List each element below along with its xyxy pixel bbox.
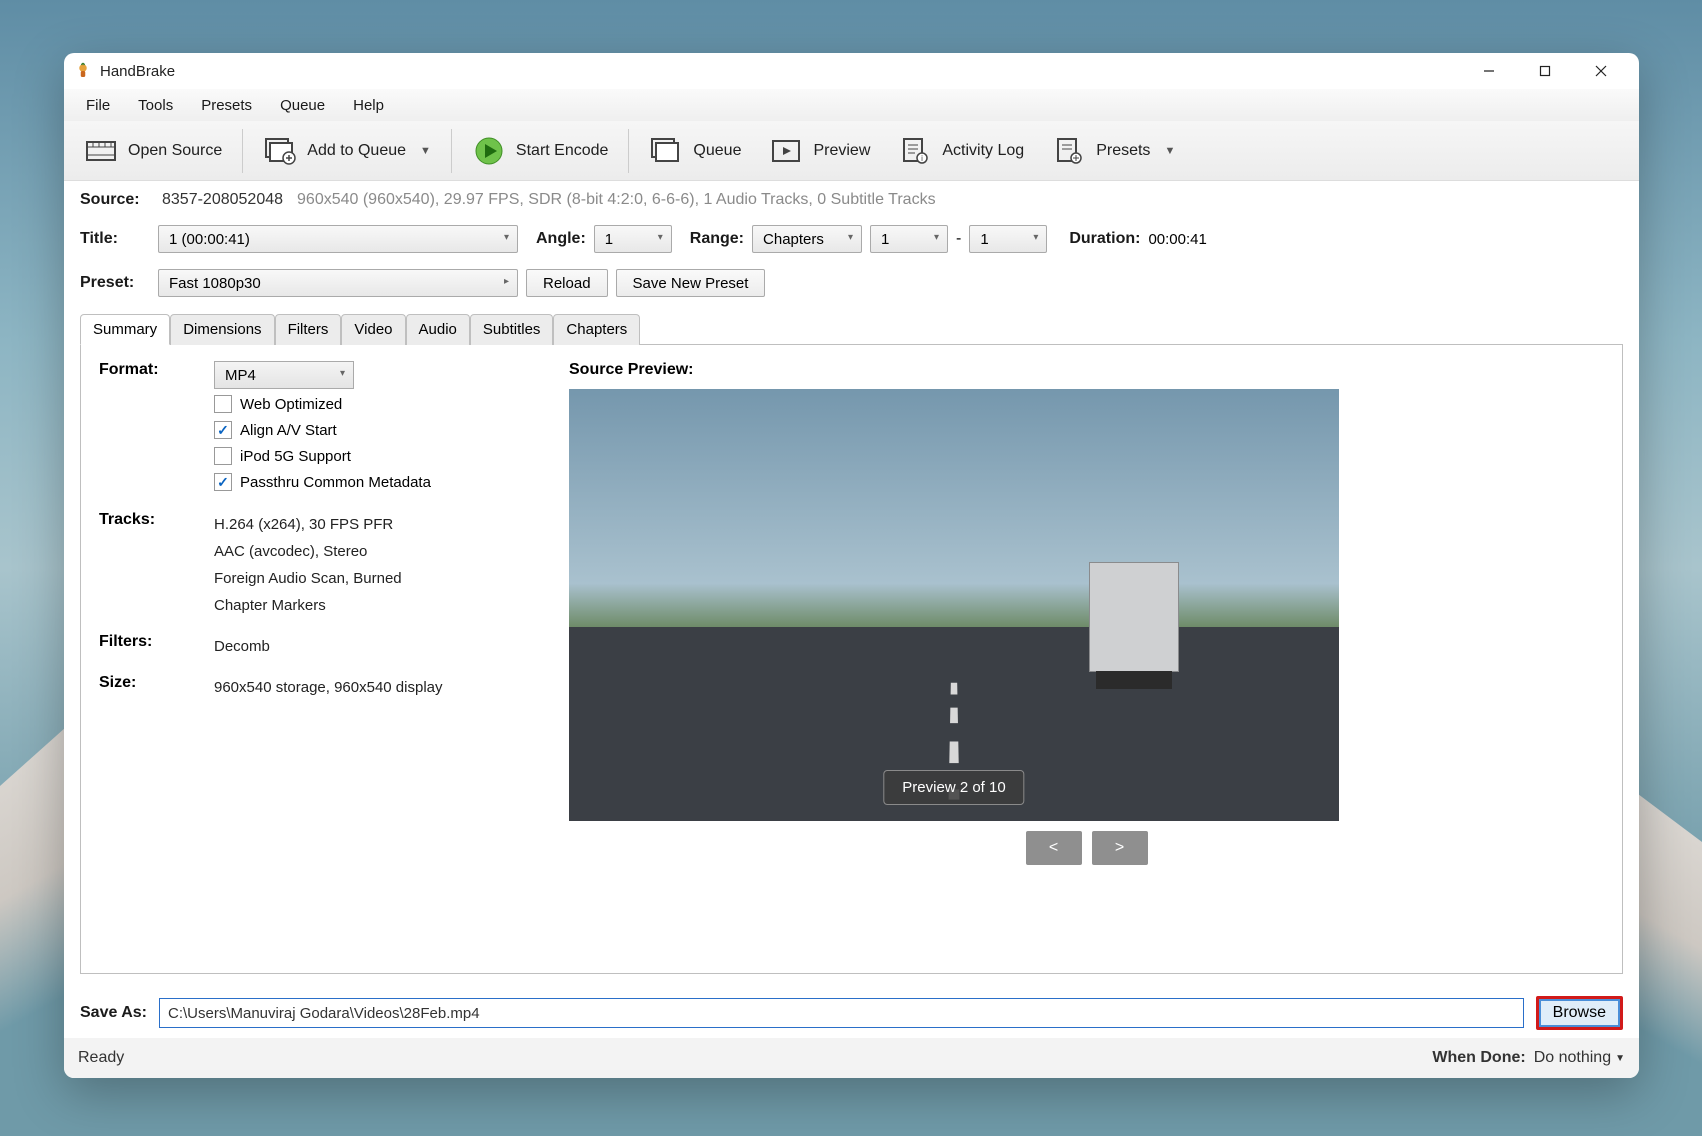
start-encode-button[interactable]: Start Encode — [458, 128, 623, 174]
preview-label: Source Preview: — [569, 361, 1604, 379]
chevron-down-icon: ▼ — [1615, 1053, 1625, 1064]
queue-icon — [649, 134, 683, 168]
angle-combo[interactable]: 1▾ — [594, 225, 672, 253]
app-icon — [74, 62, 92, 80]
preview-badge: Preview 2 of 10 — [883, 770, 1024, 805]
preview-next-button[interactable]: > — [1092, 831, 1148, 865]
activity-log-button[interactable]: i Activity Log — [884, 128, 1038, 174]
filters-label: Filters: — [99, 633, 214, 660]
track-line: H.264 (x264), 30 FPS PFR — [214, 511, 402, 538]
menu-help[interactable]: Help — [339, 93, 398, 118]
checkbox-icon — [214, 473, 232, 491]
svg-text:i: i — [921, 154, 923, 163]
play-icon — [472, 134, 506, 168]
queue-add-icon — [263, 134, 297, 168]
size-value: 960x540 storage, 960x540 display — [214, 674, 443, 701]
queue-button[interactable]: Queue — [635, 128, 755, 174]
save-as-label: Save As: — [80, 1004, 147, 1022]
preview-image: Preview 2 of 10 — [569, 389, 1339, 821]
range-label: Range: — [690, 230, 744, 248]
add-to-queue-button[interactable]: Add to Queue ▼ — [249, 128, 445, 174]
when-done-label: When Done: — [1432, 1049, 1525, 1067]
checkbox-icon — [214, 421, 232, 439]
tabs: Summary Dimensions Filters Video Audio S… — [80, 313, 1623, 345]
duration-value: 00:00:41 — [1148, 231, 1206, 248]
app-window: HandBrake File Tools Presets Queue Help … — [64, 53, 1639, 1078]
checkbox-icon — [214, 447, 232, 465]
presets-icon — [1052, 134, 1086, 168]
chevron-down-icon: ▼ — [420, 145, 431, 157]
presets-button[interactable]: Presets ▼ — [1038, 128, 1189, 174]
menu-presets[interactable]: Presets — [187, 93, 266, 118]
source-meta: 960x540 (960x540), 29.97 FPS, SDR (8-bit… — [297, 191, 936, 209]
range-mode-combo[interactable]: Chapters▾ — [752, 225, 862, 253]
check-passthru[interactable]: Passthru Common Metadata — [214, 473, 431, 491]
chevron-down-icon: ▼ — [1164, 145, 1175, 157]
check-ipod[interactable]: iPod 5G Support — [214, 447, 431, 465]
tab-dimensions[interactable]: Dimensions — [170, 314, 274, 345]
preset-label: Preset: — [80, 274, 150, 292]
close-button[interactable] — [1573, 53, 1629, 89]
angle-label: Angle: — [536, 230, 586, 248]
film-icon — [84, 134, 118, 168]
save-path-input[interactable] — [159, 998, 1524, 1028]
track-line: Chapter Markers — [214, 592, 402, 619]
tab-audio[interactable]: Audio — [406, 314, 470, 345]
save-new-preset-button[interactable]: Save New Preset — [616, 269, 766, 297]
range-from-combo[interactable]: 1▾ — [870, 225, 948, 253]
range-to-combo[interactable]: 1▾ — [969, 225, 1047, 253]
reload-button[interactable]: Reload — [526, 269, 608, 297]
tab-subtitles[interactable]: Subtitles — [470, 314, 554, 345]
preview-icon — [769, 134, 803, 168]
tab-pane-summary: Format: MP4▾ Web Optimized Align A/V Sta… — [80, 345, 1623, 974]
format-combo[interactable]: MP4▾ — [214, 361, 354, 389]
preview-button[interactable]: Preview — [755, 128, 884, 174]
track-line: Foreign Audio Scan, Burned — [214, 565, 402, 592]
menu-file[interactable]: File — [72, 93, 124, 118]
open-source-button[interactable]: Open Source — [70, 128, 236, 174]
maximize-button[interactable] — [1517, 53, 1573, 89]
log-icon: i — [898, 134, 932, 168]
preset-combo[interactable]: Fast 1080p30▸ — [158, 269, 518, 297]
size-label: Size: — [99, 674, 214, 701]
minimize-button[interactable] — [1461, 53, 1517, 89]
check-web-optimized[interactable]: Web Optimized — [214, 395, 431, 413]
menubar: File Tools Presets Queue Help — [64, 89, 1639, 121]
browse-button[interactable]: Browse — [1536, 996, 1623, 1030]
tab-video[interactable]: Video — [341, 314, 405, 345]
save-row: Save As: Browse — [64, 984, 1639, 1038]
menu-tools[interactable]: Tools — [124, 93, 187, 118]
titlebar: HandBrake — [64, 53, 1639, 89]
filters-value: Decomb — [214, 633, 270, 660]
tab-summary[interactable]: Summary — [80, 314, 170, 345]
checkbox-icon — [214, 395, 232, 413]
format-label: Format: — [99, 361, 214, 491]
track-line: AAC (avcodec), Stereo — [214, 538, 402, 565]
tab-filters[interactable]: Filters — [275, 314, 342, 345]
source-label: Source: — [80, 191, 150, 209]
range-sep: - — [956, 230, 961, 248]
menu-queue[interactable]: Queue — [266, 93, 339, 118]
statusbar: Ready When Done: Do nothing▼ — [64, 1038, 1639, 1078]
title-label: Title: — [80, 230, 150, 248]
check-align-av[interactable]: Align A/V Start — [214, 421, 431, 439]
source-id: 8357-208052048 — [162, 191, 283, 209]
status-text: Ready — [78, 1049, 124, 1067]
tab-chapters[interactable]: Chapters — [553, 314, 640, 345]
app-title: HandBrake — [100, 63, 175, 80]
toolbar: Open Source Add to Queue ▼ Start Encode … — [64, 121, 1639, 181]
when-done-combo[interactable]: Do nothing▼ — [1534, 1049, 1625, 1067]
preview-prev-button[interactable]: < — [1026, 831, 1082, 865]
title-combo[interactable]: 1 (00:00:41)▾ — [158, 225, 518, 253]
tracks-label: Tracks: — [99, 511, 214, 619]
duration-label: Duration: — [1069, 230, 1140, 248]
